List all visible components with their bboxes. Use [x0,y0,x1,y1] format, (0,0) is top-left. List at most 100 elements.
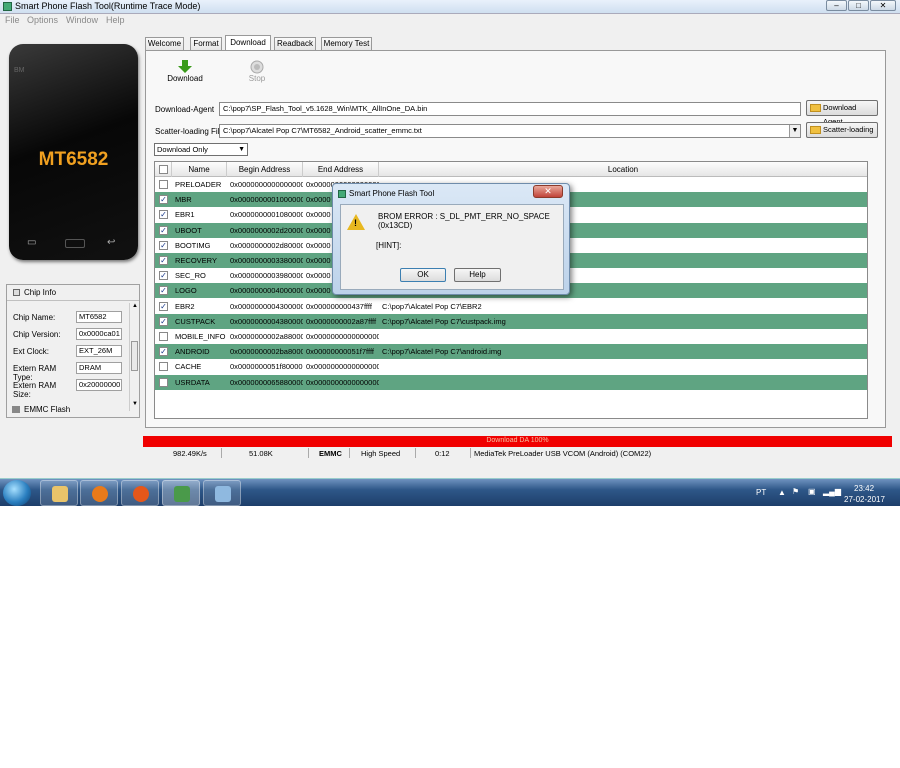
chip-version-label: Chip Version: [13,330,61,339]
partition-checkbox[interactable] [159,180,168,189]
download-agent-button[interactable]: Download Agent [806,100,878,126]
location-cell[interactable]: C:\pop7\Alcatel Pop C7\android.img [379,344,867,359]
taskbar-app[interactable] [203,480,241,506]
help-button[interactable]: Help [454,268,501,282]
partition-checkbox[interactable]: ✓ [159,316,168,326]
partition-checkbox[interactable]: ✓ [159,347,168,357]
partition-checkbox[interactable]: ✓ [159,301,168,311]
dialog-body: ! BROM ERROR : S_DL_PMT_ERR_NO_SPACE (0x… [340,204,564,290]
ext-clock-label: Ext Clock: [13,347,50,356]
firefox-icon [133,486,149,502]
clock-time[interactable]: 23:42 [854,484,874,493]
window-title: Smart Phone Flash Tool(Runtime Trace Mod… [15,1,201,11]
action-center-icon[interactable]: ⚑ [792,487,799,496]
taskbar-explorer[interactable] [40,480,78,506]
select-all-checkbox[interactable] [159,165,168,174]
location-cell[interactable]: C:\pop7\Alcatel Pop C7\custpack.img [379,314,867,329]
table-row[interactable]: ✓ EBR2 0x0000000004300000 0x000000000437fff… [155,299,867,314]
warning-mark: ! [354,218,357,228]
title-bar: Smart Phone Flash Tool(Runtime Trace Mod… [0,0,900,14]
header-location[interactable]: Location [379,162,867,177]
taskbar-firefox[interactable] [121,480,159,506]
table-row[interactable]: MOBILE_INFO 0x0000000002a880000 0x00000000… [155,329,867,344]
header-begin-address[interactable]: Begin Address [227,162,303,177]
emmc-flash-section[interactable]: EMMC Flash [6,402,140,418]
partition-checkbox[interactable]: ✓ [159,195,168,205]
partition-checkbox[interactable]: ✓ [159,225,168,235]
chip-version-field[interactable]: 0x0000ca01 [76,328,122,340]
ram-type-field[interactable]: DRAM [76,362,122,374]
folder-icon [810,126,821,134]
power-icon[interactable]: ▣ [808,487,816,496]
dialog-close-button[interactable]: ✕ [533,185,563,198]
location-cell[interactable] [379,329,867,344]
tab-format[interactable]: Format [190,37,222,51]
menu-options[interactable]: Options [27,15,58,25]
ram-size-field[interactable]: 0x20000000 [76,379,122,391]
location-cell[interactable] [379,375,867,390]
tab-download[interactable]: Download [225,35,271,51]
minimize-button[interactable]: – [826,0,847,11]
menu-window[interactable]: Window [66,15,98,25]
chip-info-scrollbar[interactable]: ▲ ▼ [129,303,139,411]
table-row[interactable]: CACHE 0x0000000051f80000 0x000000000000000… [155,359,867,374]
table-row[interactable]: USRDATA 0x0000000065880000 0x0000000000000… [155,374,867,390]
taskbar-media-player[interactable] [80,480,118,506]
chip-name-label: Chip Name: [13,313,56,322]
chip-name-field[interactable]: MT6582 [76,311,122,323]
close-button[interactable]: ✕ [870,0,896,11]
begin-address-cell: 0x0000000002d80000 [230,240,303,250]
phone-chip-label: MT6582 [38,149,109,170]
partition-checkbox[interactable]: ✓ [159,286,168,296]
tray-expand-icon[interactable]: ▲ [778,488,786,497]
partition-checkbox[interactable]: ✓ [159,240,168,250]
table-row[interactable]: ✓ ANDROID 0x0000000002ba80000 0x00000000051… [155,344,867,360]
scroll-thumb[interactable] [131,341,138,371]
windows-taskbar: PT ▲ ⚑ ▣ ▂▄▆ 23:42 27-02-2017 [0,478,900,506]
start-button[interactable] [3,480,31,506]
scroll-up-icon[interactable]: ▲ [132,303,138,309]
menu-file[interactable]: File [5,15,20,25]
language-indicator[interactable]: PT [756,488,766,497]
partition-name-cell: ANDROID [175,347,210,357]
location-cell[interactable] [379,359,867,374]
location-cell[interactable]: C:\pop7\Alcatel Pop C7\EBR2 [379,299,867,314]
scatter-file-value: C:\pop7\Alcatel Pop C7\MT6582_Android_sc… [223,126,422,135]
begin-address-cell: 0x0000000004300000 [230,301,303,311]
table-row[interactable]: ✓ CUSTPACK 0x0000000004380000 0x0000000002a… [155,313,867,329]
flash-tool-window: Smart Phone Flash Tool(Runtime Trace Mod… [0,0,900,478]
partition-checkbox[interactable] [159,362,168,372]
menu-help[interactable]: Help [106,15,125,25]
partition-name-cell: LOGO [175,286,197,296]
tab-readback[interactable]: Readback [274,37,316,51]
partition-checkbox[interactable] [159,332,168,341]
taskbar-flash-tool[interactable] [162,480,200,506]
partition-checkbox[interactable]: ✓ [159,271,168,281]
ok-button[interactable]: OK [400,268,446,282]
status-size: 51.08K [249,449,273,458]
partition-checkbox[interactable]: ✓ [159,210,168,220]
folder-icon [810,104,821,112]
partition-checkbox[interactable]: ✓ [159,256,168,265]
partition-name-cell: EBR1 [175,210,195,220]
header-name[interactable]: Name [172,162,227,177]
download-agent-field[interactable]: C:\pop7\SP_Flash_Tool_v5.1628_Win\MTK_Al… [219,102,801,116]
download-button[interactable]: Download [166,60,204,88]
network-icon[interactable]: ▂▄▆ [823,487,841,496]
header-check[interactable] [155,162,172,177]
status-divider [470,448,471,458]
chip-info-header[interactable]: Chip Info [7,285,139,301]
partition-checkbox[interactable] [159,377,168,387]
tab-memory-test[interactable]: Memory Test [321,37,372,51]
back-key-icon: ↩ [107,237,116,248]
header-end-address[interactable]: End Address [303,162,379,177]
stop-button[interactable]: Stop [240,60,274,88]
chevron-down-icon[interactable]: ▼ [789,125,800,137]
scatter-file-field[interactable]: C:\pop7\Alcatel Pop C7\MT6582_Android_sc… [219,124,801,138]
ext-clock-field[interactable]: EXT_26M [76,345,122,357]
scatter-loading-button[interactable]: Scatter-loading [806,122,878,138]
download-mode-select[interactable]: Download Only ▼ [154,143,248,156]
clock-date[interactable]: 27-02-2017 [844,495,885,504]
maximize-button[interactable]: □ [848,0,869,11]
tab-welcome[interactable]: Welcome [145,37,184,51]
